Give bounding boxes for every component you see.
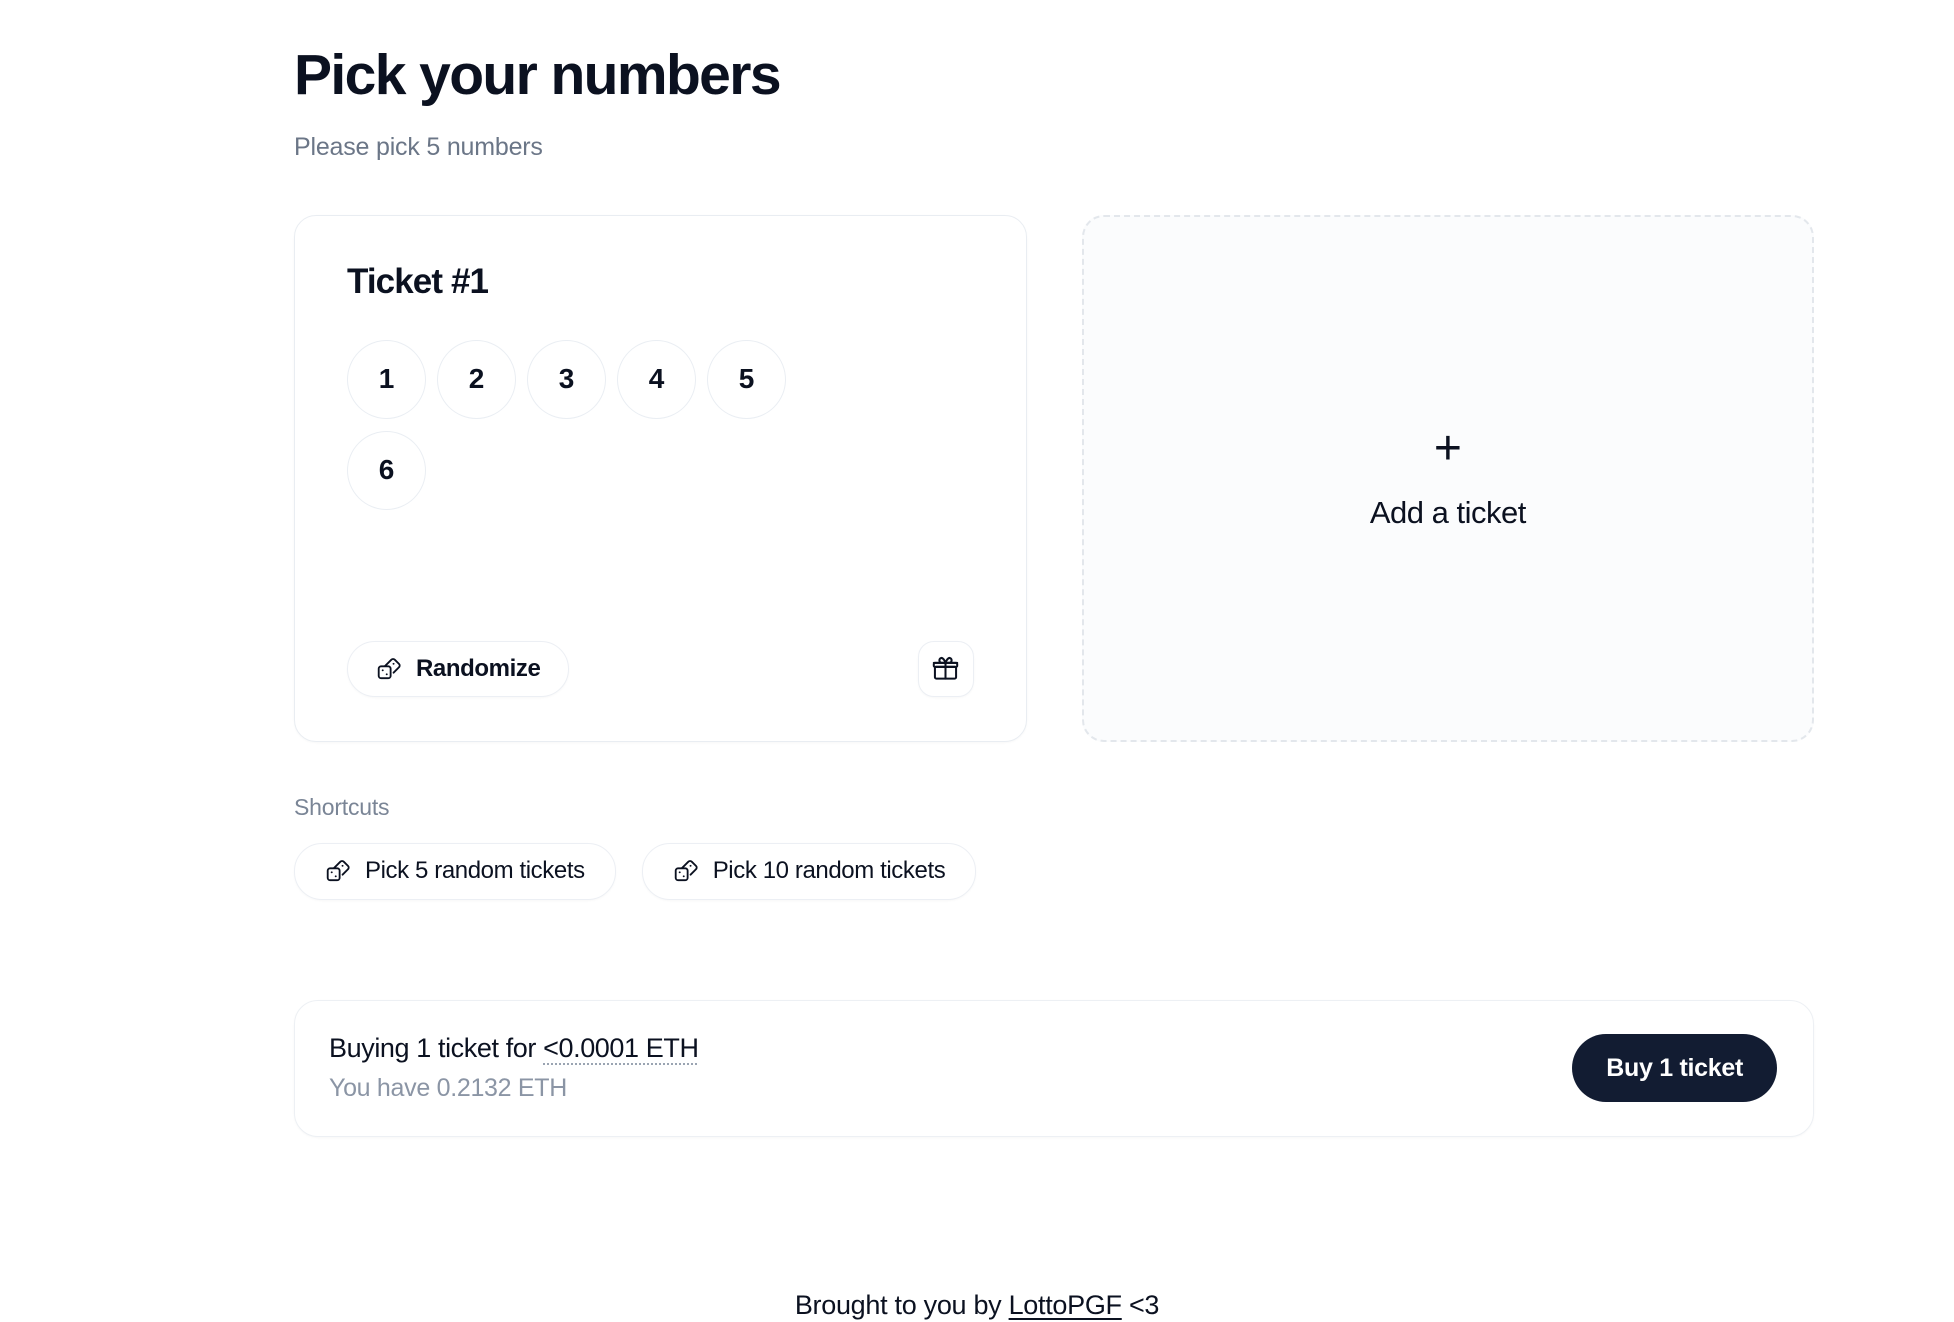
main-content: Pick your numbers Please pick 5 numbers … (294, 0, 1814, 1137)
page-subtitle: Please pick 5 numbers (294, 132, 543, 161)
footer-prefix: Brought to you by (794, 1290, 1009, 1320)
add-ticket-label: Add a ticket (1369, 495, 1526, 531)
number-ball[interactable]: 4 (617, 339, 696, 419)
ticket-price[interactable]: <0.0001 ETH (543, 1033, 699, 1063)
pick-10-random-tickets-button[interactable]: Pick 10 random tickets (641, 842, 977, 900)
footer: Brought to you by LottoPGF <3 (0, 1290, 1954, 1321)
lottopgf-link[interactable]: LottoPGF (1009, 1290, 1122, 1320)
dice-icon (325, 858, 351, 884)
dice-icon (376, 656, 402, 682)
gift-icon (932, 655, 959, 682)
buying-prefix: Buying 1 ticket for (329, 1033, 544, 1064)
footer-suffix: <3 (1121, 1290, 1160, 1320)
shortcut-label: Pick 5 random tickets (365, 857, 585, 885)
ticket-numbers-grid: 1 2 3 4 5 6 (347, 339, 974, 510)
gift-button[interactable] (917, 640, 974, 697)
number-ball[interactable]: 6 (347, 430, 426, 510)
number-ball[interactable]: 1 (347, 339, 426, 419)
page-title: Pick your numbers (294, 43, 782, 107)
tickets-row: Ticket #1 1 2 3 4 5 6 Randomize + Add a … (294, 214, 1814, 742)
ticket-card: Ticket #1 1 2 3 4 5 6 Randomize (294, 214, 1027, 742)
shortcuts-row: Pick 5 random tickets Pick 10 random tic… (294, 842, 1814, 900)
shortcut-label: Pick 10 random tickets (712, 857, 946, 885)
pick-5-random-tickets-button[interactable]: Pick 5 random tickets (294, 842, 616, 900)
dice-icon (673, 858, 699, 884)
page-root: Pick your numbers Please pick 5 numbers … (0, 0, 1954, 1322)
purchase-summary: Buying 1 ticket for <0.0001 ETH You have… (329, 1033, 699, 1103)
ticket-title: Ticket #1 (347, 261, 489, 301)
shortcuts-label: Shortcuts (294, 793, 390, 820)
purchase-bar: Buying 1 ticket for <0.0001 ETH You have… (294, 999, 1814, 1137)
plus-icon: + (1433, 422, 1462, 476)
number-ball[interactable]: 5 (707, 339, 786, 419)
buy-ticket-button[interactable]: Buy 1 ticket (1572, 1034, 1777, 1103)
randomize-button[interactable]: Randomize (347, 640, 570, 697)
purchase-amount-line: Buying 1 ticket for <0.0001 ETH (329, 1033, 699, 1064)
add-ticket-panel[interactable]: + Add a ticket (1081, 214, 1814, 742)
wallet-balance: You have 0.2132 ETH (329, 1074, 568, 1103)
number-ball[interactable]: 3 (527, 339, 606, 419)
number-ball[interactable]: 2 (437, 339, 516, 419)
randomize-label: Randomize (416, 654, 541, 682)
ticket-actions: Randomize (347, 585, 974, 697)
